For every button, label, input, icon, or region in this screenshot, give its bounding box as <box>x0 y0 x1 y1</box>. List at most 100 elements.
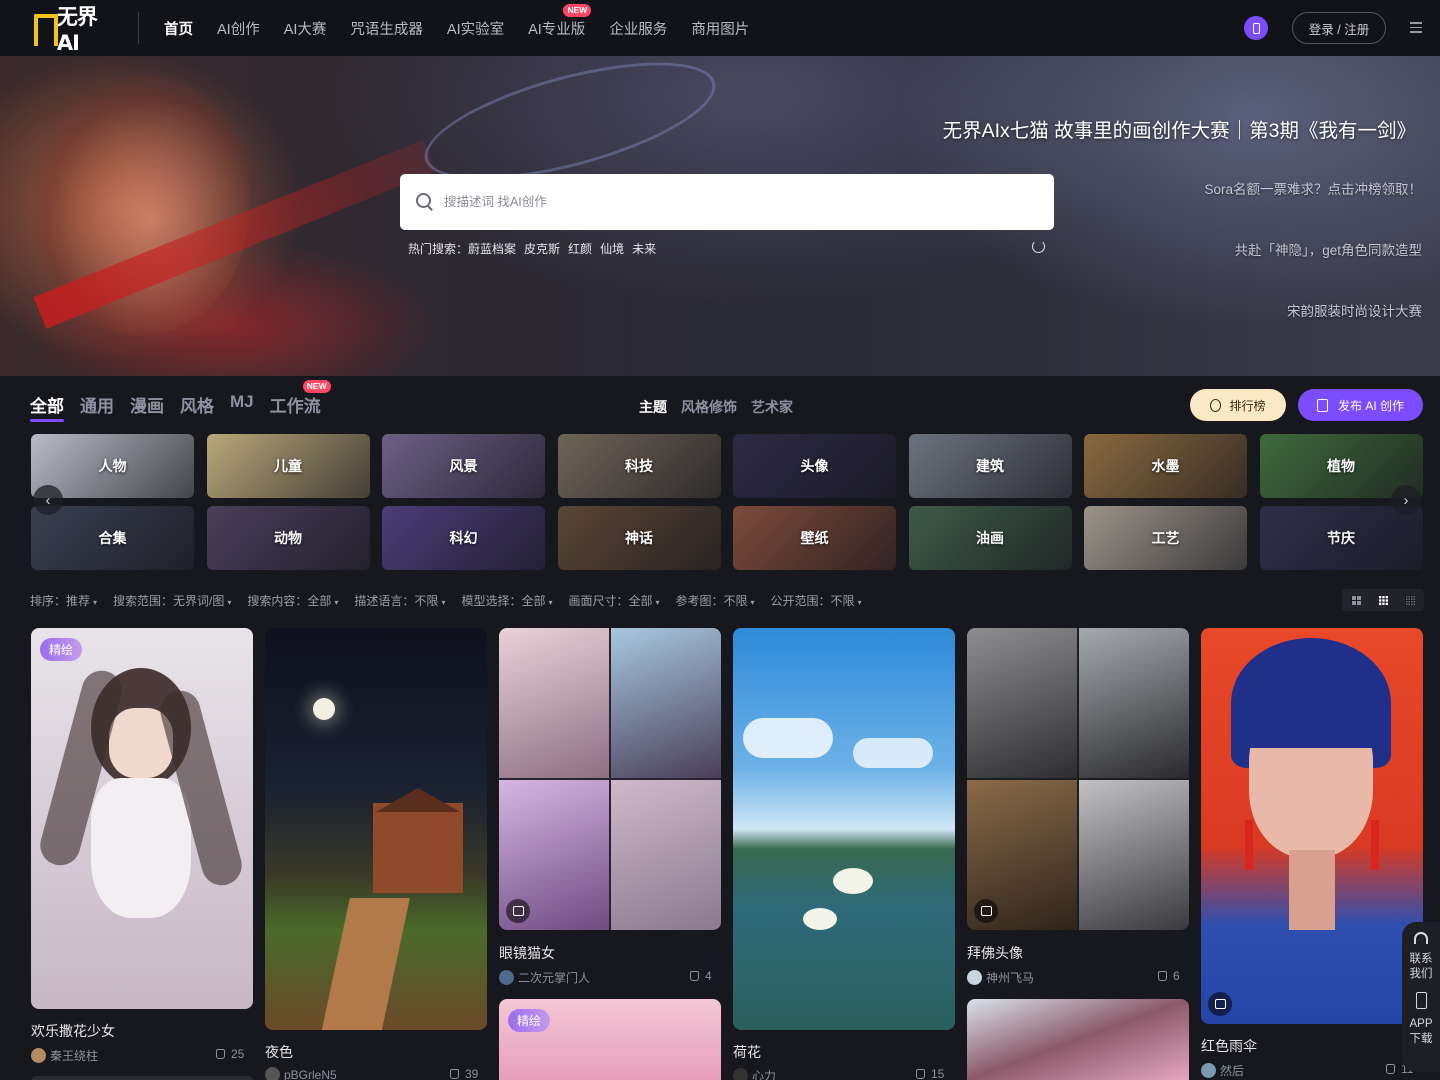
card-likes[interactable]: 39 <box>450 1067 478 1080</box>
filter-dropdown[interactable]: 搜索内容：全部 ▾ <box>247 592 338 609</box>
theme-tile[interactable]: 合集 <box>31 506 194 570</box>
contact-us-button[interactable]: 联系我们 <box>1408 922 1434 982</box>
multi-image-icon <box>1208 992 1232 1016</box>
theme-tile[interactable]: 壁纸 <box>733 506 896 570</box>
card-likes-count: 39 <box>465 1067 479 1080</box>
sub-tab-style-modifier[interactable]: 风格修饰 <box>681 397 737 417</box>
tab-workflow[interactable]: 工作流 NEW <box>270 380 331 417</box>
card-title[interactable]: 眼镜猫女 <box>499 943 555 963</box>
app-download-label: APP下载 <box>1409 1018 1433 1045</box>
artwork-image[interactable]: 精绘 <box>499 999 721 1080</box>
card-title[interactable]: 荷花 <box>733 1042 761 1062</box>
search-icon[interactable] <box>416 193 434 211</box>
card-title[interactable]: 欢乐撒花少女 <box>31 1021 115 1041</box>
card-author[interactable]: 秦王绕柱 <box>31 1047 98 1064</box>
tab-all[interactable]: 全部 <box>30 392 64 422</box>
chevron-down-icon: ▾ <box>655 597 660 607</box>
theme-tile[interactable]: 科技 <box>557 434 721 498</box>
tab-general[interactable]: 通用 <box>80 392 114 417</box>
avatar <box>967 970 982 985</box>
card-author[interactable]: pBGrleN5 <box>265 1067 337 1080</box>
theme-tile[interactable]: 动物 <box>206 506 370 570</box>
filter-dropdown[interactable]: 排序：推荐 ▾ <box>30 592 97 609</box>
artwork-image[interactable] <box>733 628 955 1030</box>
card-title[interactable]: 拜佛头像 <box>967 943 1023 963</box>
theme-tile[interactable]: 工艺 <box>1084 506 1247 570</box>
theme-tile[interactable]: 节庆 <box>1259 506 1423 570</box>
theme-tile[interactable]: 科幻 <box>382 506 545 570</box>
card-author[interactable]: 然后 <box>1201 1062 1244 1079</box>
chevron-left-icon[interactable]: ‹ <box>33 485 63 515</box>
hero-link[interactable]: Sora名额一票难求？点击冲榜领取！ <box>1204 178 1422 198</box>
filter-dropdown[interactable]: 搜索范围：无界词/图 ▾ <box>113 592 231 609</box>
publish-ai-creation-button[interactable]: 发布 AI 创作 <box>1298 389 1423 421</box>
nav-item-prompt-generator[interactable]: 咒语生成器 <box>350 18 423 39</box>
grid-large-icon[interactable] <box>1350 595 1361 605</box>
theme-tile[interactable]: 头像 <box>733 434 896 498</box>
card-title[interactable]: 夜色 <box>265 1042 293 1062</box>
hero-title[interactable]: 无界AIx七猫 故事里的画创作大赛｜第3期《我有一剑》 <box>943 114 1416 143</box>
login-register-button[interactable]: 登录 / 注册 <box>1292 12 1386 44</box>
nav-item-commercial-images[interactable]: 商用图片 <box>691 18 749 39</box>
leaderboard-button[interactable]: 排行榜 <box>1190 389 1286 421</box>
nav-item-ai-contest[interactable]: AI大赛 <box>284 18 327 39</box>
sub-tab-artist[interactable]: 艺术家 <box>751 397 793 417</box>
card-likes[interactable]: 15 <box>916 1067 944 1080</box>
multi-image-icon <box>506 899 530 923</box>
grid-medium-icon[interactable] <box>1377 595 1388 605</box>
filter-dropdown[interactable]: 公开范围：不限 ▾ <box>771 592 862 609</box>
hot-search-item[interactable]: 未来 <box>632 240 656 257</box>
artwork-image[interactable] <box>1201 628 1423 1024</box>
card-author[interactable]: 神州飞马 <box>967 969 1034 986</box>
artwork-image[interactable] <box>967 628 1189 930</box>
theme-tile[interactable]: 风景 <box>382 434 545 498</box>
search-box <box>400 174 1054 230</box>
filter-dropdown[interactable]: 参考图：不限 ▾ <box>676 592 755 609</box>
artwork-image[interactable] <box>967 999 1189 1080</box>
theme-tile[interactable]: 神话 <box>557 506 721 570</box>
filter-dropdown[interactable]: 模型选择：全部 ▾ <box>461 592 552 609</box>
card-author[interactable]: 二次元掌门人 <box>499 969 590 986</box>
sub-tab-theme[interactable]: 主题 <box>639 397 667 417</box>
theme-tile[interactable]: 油画 <box>908 506 1072 570</box>
hot-search-item[interactable]: 皮克斯 <box>524 240 560 257</box>
logo[interactable]: 无界AI <box>32 5 116 55</box>
filter-dropdown[interactable]: 画面尺寸：全部 ▾ <box>568 592 659 609</box>
tab-comic[interactable]: 漫画 <box>130 392 164 417</box>
card-likes[interactable]: 4 <box>690 969 712 983</box>
artwork-image[interactable] <box>31 1076 253 1080</box>
theme-tile[interactable]: 建筑 <box>908 434 1072 498</box>
tab-mj[interactable]: MJ <box>230 392 254 412</box>
artwork-image[interactable] <box>499 628 721 930</box>
app-download-button[interactable]: APP下载 <box>1408 982 1434 1047</box>
nav-item-ai-lab[interactable]: AI实验室 <box>447 18 504 39</box>
card-title[interactable]: 红色雨伞 <box>1201 1036 1257 1056</box>
theme-tile[interactable]: 儿童 <box>206 434 370 498</box>
grid-small-icon[interactable] <box>1405 595 1416 605</box>
avatar <box>733 1068 748 1080</box>
nav-item-home[interactable]: 首页 <box>164 18 193 39</box>
hero-banner[interactable]: 无界AIx七猫 故事里的画创作大赛｜第3期《我有一剑》 Sora名额一票难求？点… <box>0 56 1440 376</box>
card-likes[interactable]: 6 <box>1158 969 1180 983</box>
card-author[interactable]: 心力 <box>733 1067 776 1080</box>
artwork-image[interactable]: 精绘 <box>31 628 253 1009</box>
theme-tile[interactable]: 水墨 <box>1084 434 1247 498</box>
mobile-app-button[interactable] <box>1244 16 1268 40</box>
card-author-name: pBGrleN5 <box>284 1067 337 1080</box>
hot-search-item[interactable]: 蔚蓝档案 <box>468 240 516 257</box>
card-likes[interactable]: 25 <box>216 1047 244 1061</box>
hero-link[interactable]: 宋韵服装时尚设计大赛 <box>1204 300 1422 320</box>
hero-link[interactable]: 共赴「神隐」，get角色同款造型 <box>1204 239 1422 259</box>
chevron-right-icon[interactable]: › <box>1391 485 1421 515</box>
refresh-icon[interactable] <box>1032 240 1045 253</box>
tab-style[interactable]: 风格 <box>180 392 214 417</box>
artwork-image[interactable] <box>265 628 487 1030</box>
hot-search-item[interactable]: 红颜 <box>568 240 592 257</box>
hot-search-item[interactable]: 仙境 <box>600 240 624 257</box>
nav-item-ai-pro[interactable]: AI专业版 NEW <box>528 3 592 39</box>
filter-dropdown[interactable]: 描述语言：不限 ▾ <box>354 592 445 609</box>
menu-icon[interactable] <box>1410 22 1422 34</box>
search-input[interactable] <box>444 195 1024 209</box>
nav-item-ai-create[interactable]: AI创作 <box>217 18 260 39</box>
nav-item-enterprise[interactable]: 企业服务 <box>609 18 667 39</box>
